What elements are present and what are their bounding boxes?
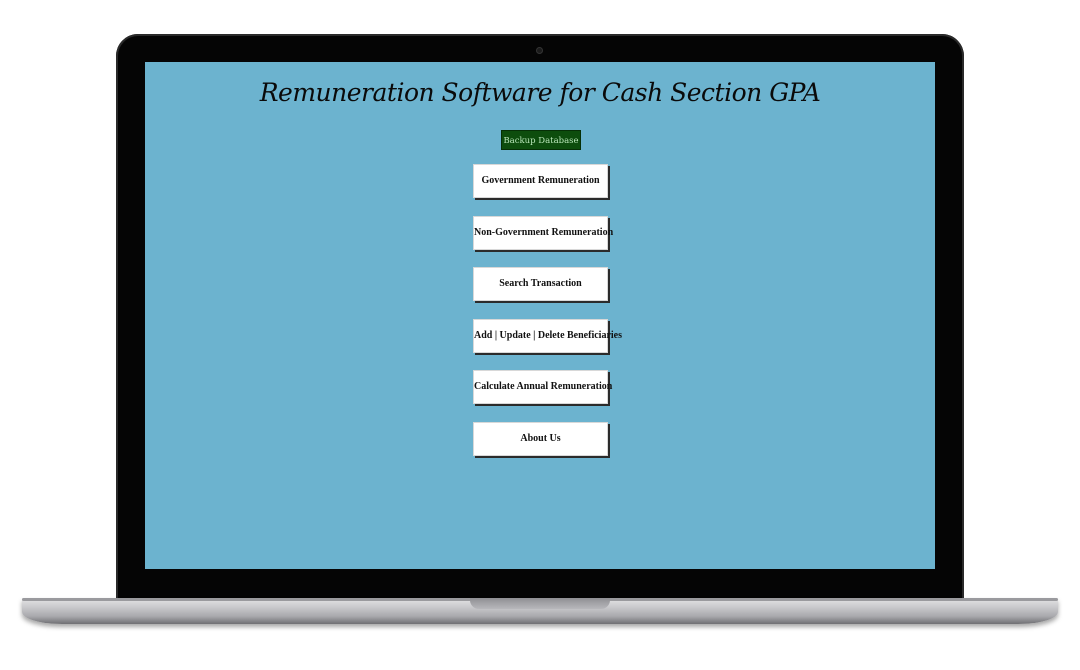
backup-database-button[interactable]: Backup Database — [501, 130, 581, 150]
calculate-annual-remuneration-button[interactable]: Calculate Annual Remuneration — [473, 370, 612, 404]
page-title: Remuneration Software for Cash Section G… — [259, 78, 821, 107]
manage-beneficiaries-button[interactable]: Add | Update | Delete Beneficiaries — [473, 319, 622, 353]
non-government-remuneration-button[interactable]: Non-Government Remuneration — [473, 216, 613, 250]
app-window: Remuneration Software for Cash Section G… — [145, 62, 935, 569]
webcam-icon — [536, 47, 543, 54]
laptop-mockup: Remuneration Software for Cash Section G… — [0, 0, 1080, 670]
laptop-lid-notch — [470, 598, 610, 609]
search-transaction-button[interactable]: Search Transaction — [473, 267, 608, 301]
about-us-button[interactable]: About Us — [473, 422, 608, 456]
government-remuneration-button[interactable]: Government Remuneration — [473, 164, 608, 198]
